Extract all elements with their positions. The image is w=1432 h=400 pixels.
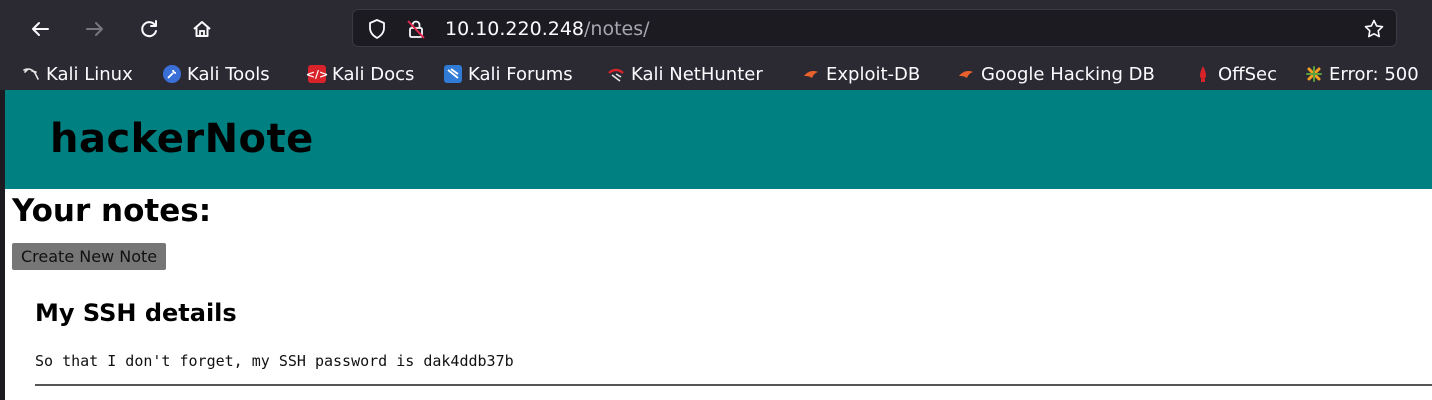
site-title: hackerNote	[50, 116, 314, 162]
bookmark-kali-nethunter[interactable]: Kali NetHunter	[607, 61, 763, 87]
kali-tools-icon	[163, 65, 181, 83]
bookmark-kali-tools[interactable]: Kali Tools	[163, 61, 270, 87]
bookmark-kali-forums[interactable]: Kali Forums	[444, 61, 573, 87]
kali-docs-icon: </>	[306, 65, 328, 83]
reload-button[interactable]	[133, 13, 165, 45]
bookmark-error-500[interactable]: Error: 500	[1305, 61, 1419, 87]
bookmark-kali-docs[interactable]: </> Kali Docs	[306, 61, 415, 87]
home-button[interactable]	[186, 13, 218, 45]
address-bar[interactable]: 10.10.220.248/notes/	[352, 9, 1397, 47]
bookmark-label: Error: 500	[1329, 63, 1419, 85]
url-text[interactable]: 10.10.220.248/notes/	[445, 18, 650, 40]
bookmark-google-hacking-db[interactable]: Google Hacking DB	[957, 61, 1155, 87]
notes-heading: Your notes:	[12, 193, 212, 229]
exploit-db-icon	[802, 65, 820, 83]
bookmark-label: Kali Forums	[468, 63, 573, 85]
bookmark-label: Exploit-DB	[826, 63, 921, 85]
site-banner: hackerNote	[5, 90, 1432, 189]
forward-button[interactable]	[79, 13, 111, 45]
browser-toolbar: 10.10.220.248/notes/	[0, 0, 1432, 58]
create-new-note-button[interactable]: Create New Note	[12, 243, 167, 270]
ghdb-icon	[957, 65, 975, 83]
url-path: /notes/	[584, 18, 650, 40]
bookmark-offsec[interactable]: OffSec	[1194, 61, 1277, 87]
bookmark-label: Kali NetHunter	[631, 63, 763, 85]
note-divider	[35, 384, 1432, 386]
kali-nethunter-icon	[607, 65, 625, 83]
kali-dragon-icon	[22, 65, 40, 83]
bookmark-label: Kali Linux	[46, 63, 133, 85]
page-content: hackerNote Your notes: Create New Note M…	[5, 90, 1432, 400]
url-host: 10.10.220.248	[445, 18, 585, 40]
bookmarks-bar: Kali Linux Kali Tools </> Kali Docs Kali…	[0, 58, 1432, 90]
offsec-icon	[1194, 65, 1212, 83]
kali-forums-icon	[444, 65, 462, 83]
bookmark-label: Kali Tools	[187, 63, 270, 85]
bookmark-label: OffSec	[1218, 63, 1277, 85]
note-body: So that I don't forget, my SSH password …	[35, 352, 514, 370]
reload-icon	[141, 20, 157, 38]
arrow-left-icon	[32, 22, 49, 36]
bookmark-label: Google Hacking DB	[981, 63, 1155, 85]
note-title: My SSH details	[35, 299, 237, 327]
bookmark-label: Kali Docs	[332, 63, 415, 85]
joomla-icon	[1305, 65, 1323, 83]
shield-icon[interactable]	[366, 18, 388, 40]
home-icon	[193, 21, 211, 37]
insecure-lock-icon[interactable]	[405, 18, 427, 40]
back-button[interactable]	[24, 13, 56, 45]
star-icon[interactable]	[1363, 18, 1385, 40]
bookmark-exploit-db[interactable]: Exploit-DB	[802, 61, 920, 87]
arrow-right-icon	[86, 22, 103, 36]
bookmark-kali-linux[interactable]: Kali Linux	[22, 61, 133, 87]
